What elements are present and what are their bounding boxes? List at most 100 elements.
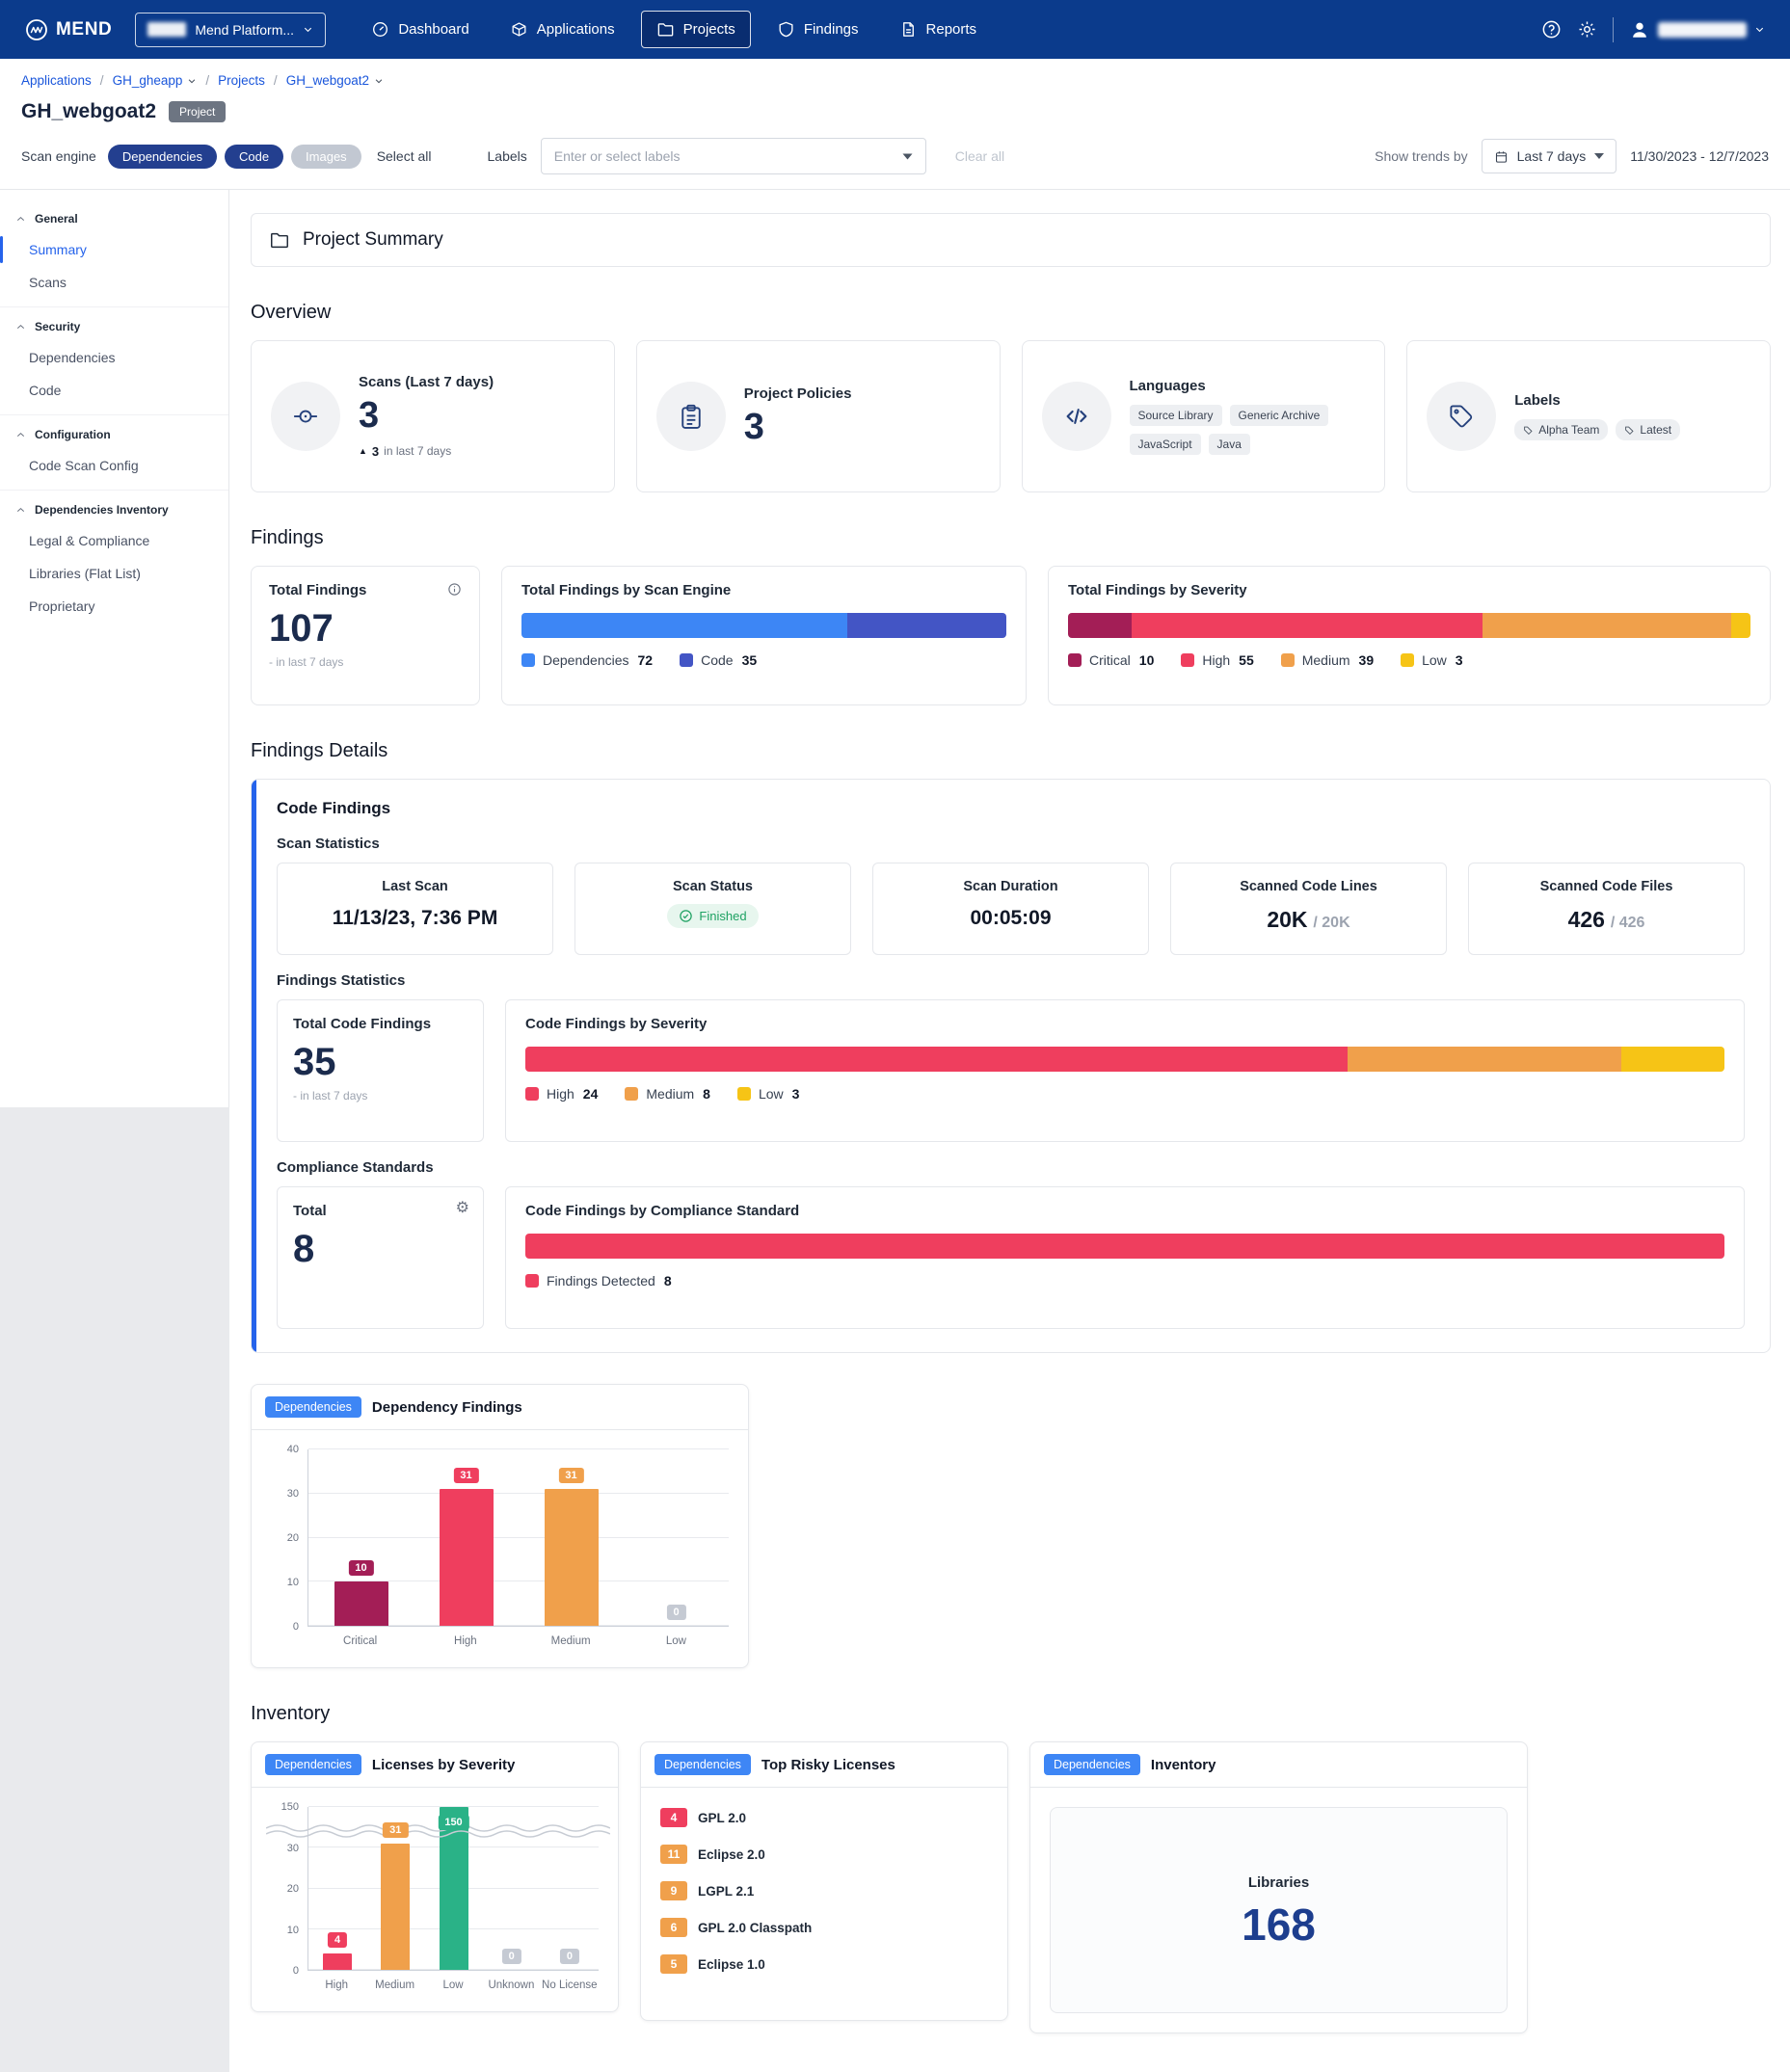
legend-swatch — [625, 1087, 638, 1101]
breadcrumb-applications[interactable]: Applications — [21, 73, 92, 88]
bar-value-badge: 0 — [560, 1949, 579, 1964]
sidebar-item-libraries-flat-list[interactable]: Libraries (Flat List) — [0, 557, 228, 590]
total-code-findings-value: 35 — [293, 1041, 468, 1083]
sidebar-item-summary[interactable]: Summary — [0, 233, 228, 266]
risky-license-row[interactable]: 9 LGPL 2.1 — [651, 1873, 998, 1909]
x-tick-label: Low — [624, 1634, 729, 1661]
findings-details-heading: Findings Details — [251, 740, 1771, 762]
sidebar-filler — [0, 1107, 229, 2072]
sidebar-item-dependencies[interactable]: Dependencies — [0, 341, 228, 374]
chevron-up-icon — [15, 214, 26, 225]
x-tick-label: Medium — [365, 1979, 423, 2006]
bar-medium: 31 — [366, 1807, 424, 1970]
code-findings-title: Code Findings — [277, 799, 1745, 818]
engine-pill-dependencies[interactable]: Dependencies — [108, 145, 217, 169]
legend-item-findings-detected: Findings Detected8 — [525, 1273, 672, 1288]
select-all-link[interactable]: Select all — [377, 148, 432, 164]
compliance-stacked-bar — [525, 1234, 1724, 1259]
legend-swatch — [1068, 653, 1082, 667]
total-findings-subtext: - in last 7 days — [269, 655, 462, 669]
nav-item-reports[interactable]: Reports — [885, 12, 992, 47]
scan-engine-label: Scan engine — [21, 148, 96, 164]
libraries-label: Libraries — [1248, 1874, 1309, 1891]
labels-select-input[interactable]: Enter or select labels — [541, 138, 926, 174]
risky-license-row[interactable]: 11 Eclipse 2.0 — [651, 1836, 998, 1873]
y-tick-label: 20 — [287, 1532, 299, 1544]
bar-low: 150 — [424, 1807, 482, 1970]
breadcrumb-application-select[interactable]: GH_gheapp — [113, 73, 198, 88]
chart-x-axis: CriticalHighMediumLow — [307, 1627, 729, 1661]
label-chip: Alpha Team — [1514, 419, 1608, 440]
sidebar-section-dependencies-inventory: Dependencies Inventory Legal & Complianc… — [0, 490, 228, 630]
gear-icon[interactable]: ⚙ — [456, 1201, 469, 1216]
breadcrumb-separator: / — [205, 73, 209, 88]
dependencies-tag: Dependencies — [265, 1754, 361, 1775]
risky-license-row[interactable]: 6 GPL 2.0 Classpath — [651, 1909, 998, 1946]
bar-high: 31 — [414, 1449, 519, 1626]
compliance-standards-title: Compliance Standards — [277, 1159, 1745, 1176]
nav-item-dashboard[interactable]: Dashboard — [357, 12, 483, 47]
sidebar-item-code[interactable]: Code — [0, 374, 228, 407]
settings-gear-icon[interactable] — [1577, 19, 1597, 40]
sidebar-item-proprietary[interactable]: Proprietary — [0, 590, 228, 623]
sidebar-header-general[interactable]: General — [0, 201, 228, 233]
chevron-up-icon — [15, 430, 26, 440]
inventory-heading: Inventory — [251, 1703, 1771, 1725]
license-name: GPL 2.0 — [698, 1811, 746, 1825]
mend-logo[interactable]: MEND — [25, 18, 112, 41]
risky-license-row[interactable]: 4 GPL 2.0 — [651, 1799, 998, 1836]
info-icon[interactable] — [447, 582, 462, 597]
check-circle-icon — [679, 909, 693, 923]
caret-down-icon — [1594, 153, 1604, 159]
legend-swatch — [737, 1087, 751, 1101]
scan-status-badge: Finished — [667, 904, 758, 928]
chevron-down-icon — [303, 24, 313, 35]
chevron-down-icon — [1754, 24, 1765, 35]
nav-item-findings[interactable]: Findings — [762, 12, 873, 47]
libraries-metric-box[interactable]: Libraries 168 — [1050, 1807, 1508, 2013]
legend-swatch — [1181, 653, 1194, 667]
legend-item-dependencies: Dependencies72 — [521, 652, 653, 668]
help-icon[interactable] — [1541, 19, 1562, 40]
bar-low: 0 — [624, 1449, 729, 1626]
y-tick-label: 20 — [287, 1883, 299, 1895]
shield-icon — [777, 20, 795, 39]
date-range-text: 11/30/2023 - 12/7/2023 — [1630, 148, 1769, 164]
breadcrumb-project-select[interactable]: GH_webgoat2 — [286, 73, 384, 88]
sidebar-header-configuration[interactable]: Configuration — [0, 417, 228, 449]
dependency-findings-title: Dependency Findings — [372, 1399, 522, 1416]
bar-value-badge: 31 — [558, 1468, 583, 1483]
tag-icon — [1523, 425, 1534, 436]
nav-item-applications[interactable]: Applications — [495, 12, 629, 47]
sidebar-item-scans[interactable]: Scans — [0, 266, 228, 299]
sidebar-item-code-scan-config[interactable]: Code Scan Config — [0, 449, 228, 482]
findings-by-engine-card: Total Findings by Scan Engine Dependenci… — [501, 566, 1027, 705]
total-findings-value: 107 — [269, 607, 462, 650]
y-tick-label: 10 — [287, 1925, 299, 1936]
chevron-up-icon — [15, 505, 26, 516]
breadcrumb-separator: / — [274, 73, 278, 88]
trend-range-select[interactable]: Last 7 days — [1482, 139, 1617, 173]
legend-swatch — [525, 1087, 539, 1101]
license-name: Eclipse 2.0 — [698, 1847, 765, 1862]
sidebar-header-security[interactable]: Security — [0, 309, 228, 341]
nav-item-label: Applications — [537, 21, 615, 38]
bar-unknown: 0 — [483, 1807, 541, 1970]
total-code-findings-card: Total Code Findings 35 - in last 7 days — [277, 999, 484, 1142]
sidebar-item-legal-compliance[interactable]: Legal & Compliance — [0, 524, 228, 557]
page-header: Applications / GH_gheapp / Projects / GH… — [0, 59, 1790, 190]
nav-item-label: Projects — [683, 21, 735, 38]
user-menu[interactable] — [1629, 19, 1765, 40]
nav-item-projects[interactable]: Projects — [641, 11, 751, 48]
project-type-badge: Project — [169, 101, 226, 122]
sidebar-header-dependencies-inventory[interactable]: Dependencies Inventory — [0, 492, 228, 524]
total-findings-title: Total Findings — [269, 582, 366, 598]
breadcrumb-projects[interactable]: Projects — [218, 73, 265, 88]
bar-segment-critical — [1068, 613, 1132, 638]
platform-select[interactable]: Mend Platform... — [135, 13, 326, 47]
tag-icon — [1624, 425, 1635, 436]
legend-swatch — [1281, 653, 1295, 667]
risky-license-row[interactable]: 5 Eclipse 1.0 — [651, 1946, 998, 1982]
engine-pill-code[interactable]: Code — [225, 145, 283, 169]
dependency-findings-bar-chart: 010203040 1031310 CriticalHighMediumLow — [252, 1430, 748, 1667]
